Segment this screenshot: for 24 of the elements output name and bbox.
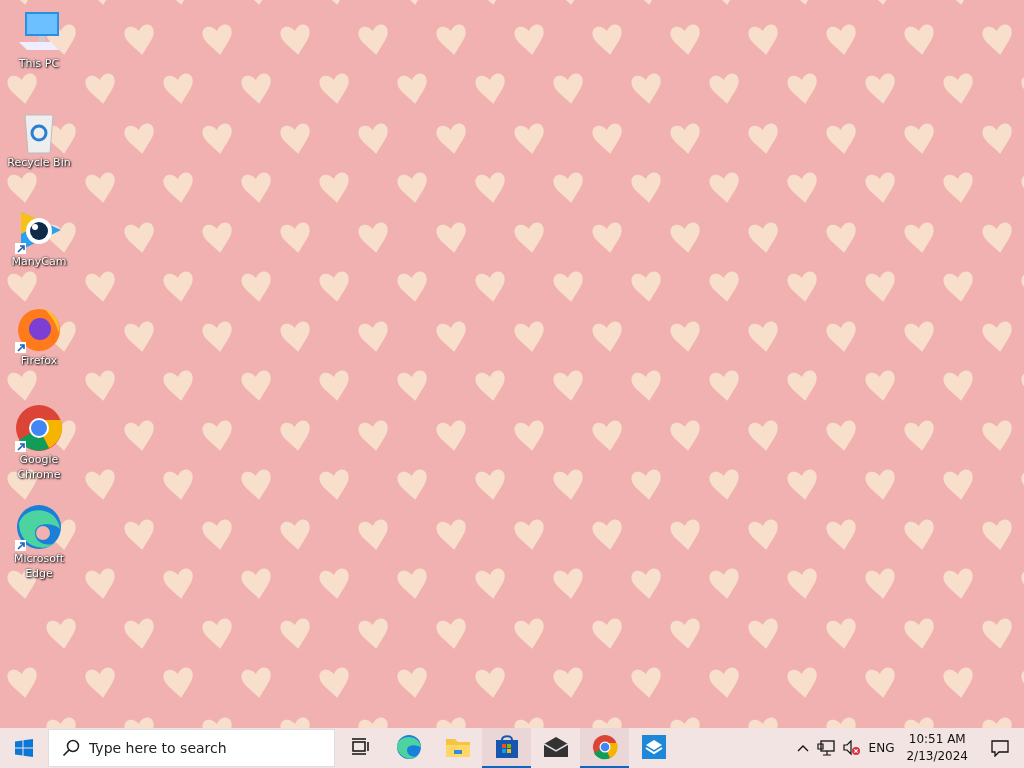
taskbar-app-button[interactable] [482, 728, 531, 768]
edge-icon [395, 734, 422, 760]
notification-icon [991, 739, 1009, 757]
chrome-icon [591, 734, 618, 760]
network-monitor-icon [816, 740, 835, 756]
box-app-icon [640, 734, 667, 760]
icon-label: Firefox [20, 353, 58, 368]
clock-button[interactable]: 10:51 AM 2/13/2024 [898, 728, 976, 768]
store-bag-icon [493, 734, 520, 760]
icon-label: Google Chrome [16, 452, 62, 482]
edge-icon [15, 503, 63, 551]
language-button[interactable]: ENG [864, 728, 899, 768]
icon-label: ManyCam [11, 254, 67, 269]
search-icon [62, 739, 80, 757]
icon-label: Recycle Bin [7, 155, 71, 170]
chrome-icon [15, 404, 63, 452]
icon-label: This PC [18, 56, 60, 71]
task-view-icon [349, 738, 370, 756]
windows-logo-icon [15, 739, 33, 757]
icon-label: Microsoft Edge [12, 551, 66, 581]
chevron-up-icon [796, 744, 809, 752]
envelope-icon [542, 736, 569, 758]
speaker-muted-icon [842, 740, 861, 756]
search-field[interactable]: Type here to search [48, 729, 335, 767]
